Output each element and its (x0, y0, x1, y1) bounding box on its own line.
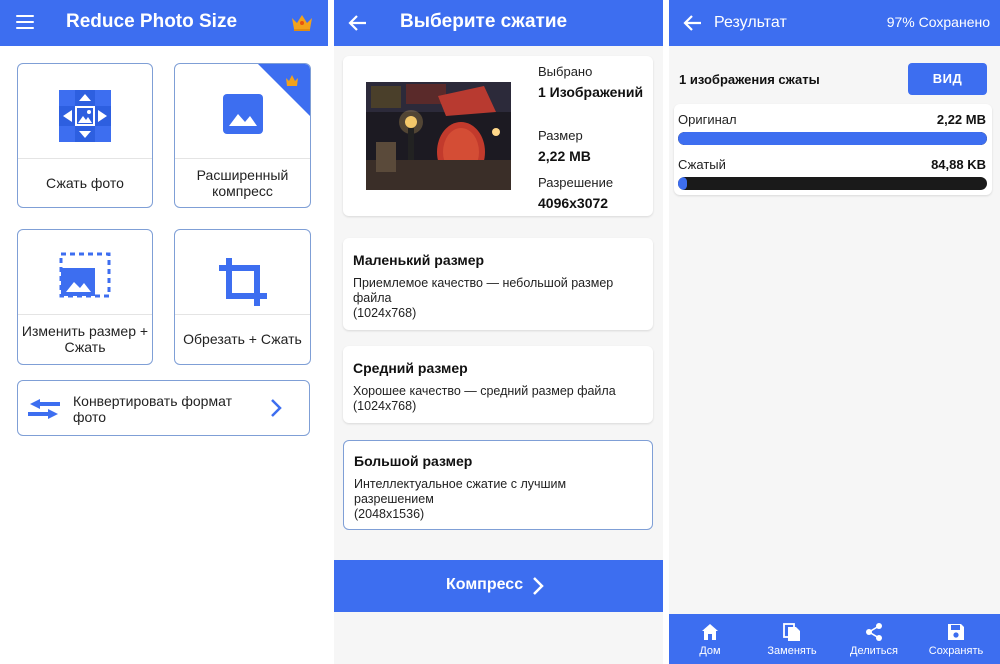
swap-arrows-icon (28, 399, 60, 419)
result-screen: Результат 97% Сохранено 1 изображения сж… (669, 0, 1000, 664)
compressed-count-text: 1 изображения сжаты (679, 72, 820, 87)
compression-title: Выберите сжатие (400, 11, 568, 32)
tile-divider (175, 158, 310, 159)
saved-percent: 97% Сохранено (886, 14, 990, 30)
back-arrow-icon[interactable] (683, 13, 703, 33)
compressed-size: 84,88 KB (931, 157, 986, 172)
original-size: 2,22 MB (936, 112, 986, 127)
image-summary-card: Выбрано 1 Изображений Размер 2,22 MB Раз… (343, 56, 653, 216)
compress-button-label: Компресс (446, 576, 524, 593)
app-title: Reduce Photo Size (66, 11, 238, 32)
view-button[interactable]: ВИД (908, 63, 987, 95)
convert-format-label: Конвертировать формат фото (73, 393, 232, 425)
share-icon (866, 623, 882, 641)
small-size-option[interactable]: Маленький размер Приемлемое качество — н… (343, 238, 653, 330)
back-arrow-icon[interactable] (348, 13, 368, 33)
result-app-bar: Результат 97% Сохранено (669, 0, 1000, 46)
size-comparison-card: Оригинал 2,22 MB Сжатый 84,88 KB (674, 104, 992, 195)
size-value: 2,22 MB (538, 148, 591, 164)
convert-format-row[interactable]: Конвертировать формат фото (17, 380, 310, 436)
compress-photo-tile[interactable]: Сжать фото (17, 63, 153, 208)
hamburger-icon[interactable] (16, 15, 34, 29)
original-label: Оригинал (678, 112, 737, 127)
premium-badge (258, 64, 310, 116)
crop-icon (218, 258, 267, 306)
nav-share[interactable]: Делиться (833, 614, 915, 664)
chevron-right-icon (533, 577, 544, 595)
result-title: Результат (714, 14, 787, 31)
option-title: Средний размер (353, 360, 468, 376)
copy-icon (783, 623, 800, 641)
resize-photo-icon (59, 252, 111, 298)
original-size-bar (678, 132, 987, 145)
tile-divider (18, 314, 152, 315)
nav-home[interactable]: Дом (669, 614, 751, 664)
home-screen: Reduce Photo Size Сжать фото Расширенный… (0, 0, 328, 664)
option-resolution: (1024x768) (353, 399, 417, 413)
resolution-label: Разрешение (538, 175, 614, 190)
option-description: Интеллектуальное сжатие с лучшим разреше… (354, 477, 567, 506)
compression-screen: Выберите сжатие Выбрано 1 Изображений Ра… (334, 0, 663, 664)
option-title: Большой размер (354, 453, 473, 469)
option-title: Маленький размер (353, 252, 485, 268)
home-icon (702, 624, 718, 640)
size-label: Размер (538, 128, 583, 143)
nav-save-label: Сохранять (928, 645, 984, 657)
nav-home-label: Дом (699, 645, 721, 657)
large-size-option[interactable]: Большой размер Интеллектуальное сжатие с… (343, 440, 653, 530)
image-icon (222, 94, 263, 134)
compress-photo-icon (59, 90, 111, 142)
resize-compress-label: Изменить размер + Сжать (21, 323, 149, 355)
selected-photo-thumbnail[interactable] (366, 82, 511, 190)
compressed-size-bar (678, 177, 987, 190)
nav-replace-label: Заменять (767, 645, 817, 657)
original-size-bar-fill (678, 132, 987, 145)
option-resolution: (1024x768) (353, 306, 417, 320)
home-app-bar: Reduce Photo Size (0, 0, 328, 46)
option-description: Хорошее качество — средний размер файла (353, 384, 616, 398)
bottom-navigation: Дом Заменять Делиться Сохранять (669, 614, 1000, 664)
tile-divider (18, 158, 152, 159)
save-icon (948, 624, 964, 640)
nav-save[interactable]: Сохранять (915, 614, 997, 664)
tile-divider (175, 314, 310, 315)
compressed-size-bar-fill (678, 177, 688, 190)
advanced-compress-tile[interactable]: Расширенный компресс (174, 63, 311, 208)
nav-share-label: Делиться (850, 645, 898, 657)
medium-size-option[interactable]: Средний размер Хорошее качество — средни… (343, 346, 653, 423)
compressed-label: Сжатый (678, 157, 726, 172)
selected-label: Выбрано (538, 64, 593, 79)
option-description: Приемлемое качество — небольшой размер ф… (353, 276, 614, 305)
advanced-compress-label: Расширенный компресс (196, 167, 289, 199)
resolution-value: 4096x3072 (538, 195, 609, 211)
crop-compress-label: Обрезать + Сжать (183, 331, 302, 347)
crown-icon[interactable] (290, 12, 314, 32)
compress-photo-label: Сжать фото (46, 175, 124, 191)
nav-replace[interactable]: Заменять (751, 614, 833, 664)
compress-button[interactable]: Компресс (334, 560, 663, 612)
chevron-right-icon (271, 399, 282, 417)
resize-compress-tile[interactable]: Изменить размер + Сжать (17, 229, 153, 365)
option-resolution: (2048x1536) (354, 507, 425, 521)
crop-compress-tile[interactable]: Обрезать + Сжать (174, 229, 311, 365)
compression-app-bar: Выберите сжатие (334, 0, 663, 46)
selected-value: 1 Изображений (538, 84, 644, 100)
